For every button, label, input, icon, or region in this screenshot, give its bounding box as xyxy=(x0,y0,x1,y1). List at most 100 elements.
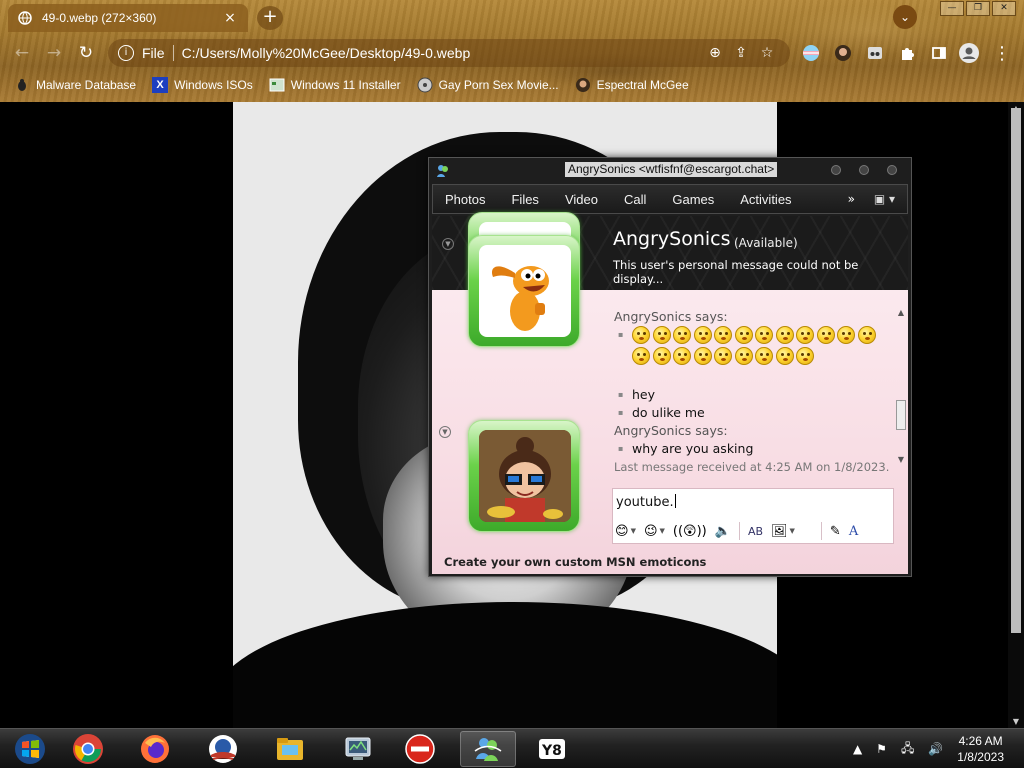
back-button[interactable]: ← xyxy=(6,43,38,63)
collapse-header-icon[interactable]: ▼ xyxy=(442,238,454,250)
pride-flag-extension-icon[interactable] xyxy=(800,43,822,63)
bookmark-label: Malware Database xyxy=(36,78,137,92)
zoom-icon[interactable]: ⊕ xyxy=(702,45,728,61)
wink-picker-button[interactable]: 😉 ▼ xyxy=(644,521,665,541)
tab-close-icon[interactable]: × xyxy=(222,10,238,26)
font-options-icon[interactable]: AB xyxy=(748,521,763,541)
bookmark-movie[interactable]: Gay Porn Sex Movie... xyxy=(417,77,559,93)
scroll-down-arrow[interactable]: ▼ xyxy=(1008,717,1024,726)
page-scrollbar[interactable]: ▲ ▼ xyxy=(1008,102,1024,728)
chat-message: why are you asking xyxy=(614,440,892,458)
reload-button[interactable]: ↻ xyxy=(70,43,102,63)
clock-date: 1/8/2023 xyxy=(957,750,1004,764)
sender-label: AngrySonics says: xyxy=(614,423,728,438)
layout-options-icon[interactable]: ▣ ▾ xyxy=(874,192,895,206)
close-window-button[interactable]: ✕ xyxy=(992,1,1016,16)
font-style-icon[interactable]: A xyxy=(849,521,858,541)
volume-icon[interactable]: 🔊 xyxy=(928,742,943,756)
no-entry-taskbar-button[interactable] xyxy=(392,731,448,767)
chat-scroll-thumb[interactable] xyxy=(896,400,906,430)
nudge-button[interactable]: ((😲)) xyxy=(673,521,707,541)
msn-messenger-taskbar-button[interactable] xyxy=(460,731,516,767)
menu-call[interactable]: Call xyxy=(624,192,646,207)
share-icon[interactable]: ⇪ xyxy=(728,45,754,61)
system-tray: ▲ ⚑ 🖧 🔊 4:26 AM 1/8/2023 xyxy=(853,729,1024,768)
reader-extension-icon[interactable] xyxy=(864,43,886,63)
bookmark-windows-isos[interactable]: X Windows ISOs xyxy=(152,77,253,93)
chat-history[interactable]: AngrySonics says: hey do ulike me AngryS… xyxy=(614,308,892,468)
bookmark-malware-database[interactable]: Malware Database xyxy=(14,77,136,93)
y8-taskbar-button[interactable]: Y8 xyxy=(524,731,580,767)
file-explorer-taskbar-button[interactable] xyxy=(262,731,318,767)
more-menu-chevron-icon[interactable]: » xyxy=(848,192,855,206)
menu-activities[interactable]: Activities xyxy=(740,192,791,207)
chat-scroll-up-arrow[interactable]: ▲ xyxy=(895,308,907,317)
last-message-timestamp: Last message received at 4:25 AM on 1/8/… xyxy=(614,460,890,474)
msn-close-button[interactable] xyxy=(887,165,897,175)
address-bar[interactable]: i File C:/Users/Molly%20McGee/Desktop/49… xyxy=(108,39,790,67)
nerd-emoticon-icon xyxy=(857,326,876,344)
globe-icon xyxy=(18,11,32,25)
bookmark-windows-11-installer[interactable]: Windows 11 Installer xyxy=(269,77,401,93)
sender-label: AngrySonics says: xyxy=(614,309,728,324)
browser-menu-icon[interactable]: ⋮ xyxy=(991,43,1013,64)
menu-games[interactable]: Games xyxy=(672,192,714,207)
chat-scroll-down-arrow[interactable]: ▼ xyxy=(895,455,907,464)
voice-clip-button[interactable]: 🔈 xyxy=(715,521,731,541)
msn-menu-bar: Photos Files Video Call Games Activities… xyxy=(432,184,908,214)
bookmark-espectral-mcgee[interactable]: Espectral McGee xyxy=(575,77,689,93)
new-tab-button[interactable]: + xyxy=(257,6,283,30)
forward-button[interactable]: → xyxy=(38,43,70,63)
side-panel-icon[interactable] xyxy=(928,43,950,63)
msn-window-controls xyxy=(831,165,897,175)
site-info-icon[interactable]: i xyxy=(118,45,134,61)
tab-search-button[interactable]: ⌄ xyxy=(893,5,917,29)
no-entry-icon xyxy=(405,734,435,764)
background-picker-button[interactable]: 🖼 ▼ xyxy=(771,521,795,541)
msn-titlebar[interactable]: AngrySonics <wtfisfnf@escargot.chat> xyxy=(429,158,911,184)
bookmark-star-icon[interactable]: ☆ xyxy=(754,45,780,61)
scroll-thumb[interactable] xyxy=(1011,108,1021,633)
menu-files[interactable]: Files xyxy=(511,192,538,207)
nerd-emoticon-icon xyxy=(652,326,671,344)
profile-icon[interactable] xyxy=(958,43,980,63)
bookmark-label: Windows ISOs xyxy=(174,78,253,92)
msn-chat-window: AngrySonics <wtfisfnf@escargot.chat> Pho… xyxy=(428,157,912,577)
browser-tab[interactable]: 49-0.webp (272×360) × xyxy=(8,4,248,32)
file-explorer-icon xyxy=(277,738,303,760)
self-avatar[interactable] xyxy=(468,420,580,532)
message-input-text[interactable]: youtube. xyxy=(616,494,676,510)
msn-maximize-button[interactable] xyxy=(859,165,869,175)
collapse-self-icon[interactable]: ▼ xyxy=(439,426,451,438)
msn-minimize-button[interactable] xyxy=(831,165,841,175)
contact-name: AngrySonics xyxy=(613,228,731,250)
show-hidden-icons-chevron-icon[interactable]: ▲ xyxy=(853,742,862,756)
chat-scrollbar[interactable]: ▲ ▼ xyxy=(895,308,907,464)
menu-photos[interactable]: Photos xyxy=(445,192,485,207)
taskbar: Y8 ▲ ⚑ 🖧 🔊 4:26 AM 1/8/2023 xyxy=(0,728,1024,768)
emoticon-picker-button[interactable]: 😊 ▼ xyxy=(615,521,636,541)
nerd-emoticon-icon xyxy=(775,326,794,344)
network-icon[interactable]: 🖧 xyxy=(901,739,914,760)
menu-video[interactable]: Video xyxy=(565,192,598,207)
action-center-flag-icon[interactable]: ⚑ xyxy=(876,742,887,756)
firefox-taskbar-button[interactable] xyxy=(127,731,183,767)
chrome-taskbar-button[interactable] xyxy=(60,731,116,767)
obama-logo-taskbar-button[interactable] xyxy=(195,731,251,767)
ad-banner-link[interactable]: Create your own custom MSN emoticons xyxy=(444,555,706,569)
clock[interactable]: 4:26 AM 1/8/2023 xyxy=(957,733,1004,765)
extensions-puzzle-icon[interactable] xyxy=(896,43,918,63)
orange-cartoon-avatar-icon xyxy=(479,245,571,337)
start-button[interactable] xyxy=(2,731,58,767)
window-controls: — ❐ ✕ xyxy=(940,1,1016,16)
maximize-button[interactable]: ❐ xyxy=(966,1,990,16)
nerd-emoticon-icon xyxy=(693,347,712,365)
avatar-extension-icon[interactable] xyxy=(832,43,854,63)
minimize-button[interactable]: — xyxy=(940,1,964,16)
url-text[interactable]: C:/Users/Molly%20McGee/Desktop/49-0.webp xyxy=(182,45,702,61)
contact-status: (Available) xyxy=(734,236,798,250)
system-monitor-taskbar-button[interactable] xyxy=(330,731,386,767)
contact-avatar-frame[interactable] xyxy=(468,235,580,347)
bookmark-label: Gay Porn Sex Movie... xyxy=(438,78,559,92)
handwriting-icon[interactable]: ✎ xyxy=(830,521,841,541)
